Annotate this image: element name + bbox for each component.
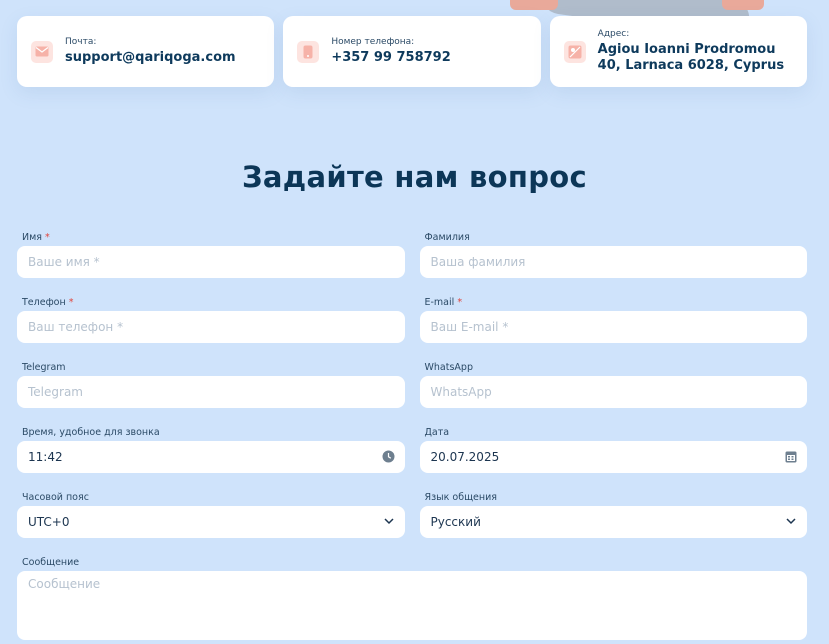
clock-icon[interactable] [382,450,395,466]
timezone-value: UTC+0 [28,515,70,529]
address-value: Agiou Ioanni Prodromou 40, Larnaca 6028,… [597,42,785,73]
language-label: Язык общения [424,492,497,503]
phone-card: Номер телефона: +357 99 758792 [283,16,541,87]
language-select[interactable]: Русский [419,506,807,538]
phone-field-label: Телефон * [22,297,74,308]
timezone-select[interactable]: UTC+0 [17,506,405,538]
phone-input[interactable]: Ваш телефон * [17,311,405,343]
chevron-down-icon [383,515,395,530]
email-field: E-mail * Ваш E-mail * [419,294,807,343]
date-field: Дата 20.07.2025 [419,424,807,473]
language-field: Язык общения Русский [419,489,807,538]
message-textarea[interactable]: Сообщение [17,571,807,640]
calendar-icon[interactable] [785,450,797,466]
date-value: 20.07.2025 [430,450,500,464]
language-value: Русский [430,515,481,529]
first-name-field: Имя * Ваше имя * [17,229,405,278]
call-time-input[interactable]: 11:42 [17,441,405,473]
contact-cards: Почта: support@qariqoga.com Номер телефо… [17,16,807,87]
address-label: Адрес: [597,29,630,39]
phone-value[interactable]: +357 99 758792 [331,50,450,66]
mail-icon [31,40,53,63]
call-time-field: Время, удобное для звонка 11:42 [17,424,405,473]
phone-field: Телефон * Ваш телефон * [17,294,405,343]
question-form: Имя * Ваше имя * Фамилия Ваша фамилия Те… [17,229,807,640]
date-input[interactable]: 20.07.2025 [419,441,807,473]
telegram-field: Telegram Telegram [17,359,405,408]
timezone-field: Часовой пояс UTC+0 [17,489,405,538]
email-card: Почта: support@qariqoga.com [17,16,275,87]
email-input[interactable]: Ваш E-mail * [419,311,807,343]
call-time-value: 11:42 [28,450,63,464]
message-label: Сообщение [22,557,80,568]
whatsapp-label: WhatsApp [424,362,473,373]
last-name-label: Фамилия [424,232,470,243]
email-label: Почта: [65,37,97,47]
phone-label: Номер телефона: [331,37,415,47]
last-name-input[interactable]: Ваша фамилия [419,246,807,278]
first-name-label: Имя * [22,232,50,243]
phone-icon [297,40,320,63]
first-name-input[interactable]: Ваше имя * [17,246,405,278]
map-pin-icon [563,40,586,63]
telegram-label: Telegram [22,362,66,373]
email-value[interactable]: support@qariqoga.com [65,50,236,66]
message-field: Сообщение Сообщение [17,554,807,640]
last-name-field: Фамилия Ваша фамилия [419,229,807,278]
whatsapp-field: WhatsApp WhatsApp [419,359,807,408]
call-time-label: Время, удобное для звонка [22,427,160,438]
date-label: Дата [424,427,450,438]
whatsapp-input[interactable]: WhatsApp [419,376,807,408]
form-title: Задайте нам вопрос [241,160,588,194]
telegram-input[interactable]: Telegram [17,376,405,408]
chevron-down-icon [785,515,797,530]
timezone-label: Часовой пояс [22,492,89,503]
email-field-label: E-mail * [424,297,463,308]
address-card: Адрес: Agiou Ioanni Prodromou 40, Larnac… [549,16,807,87]
